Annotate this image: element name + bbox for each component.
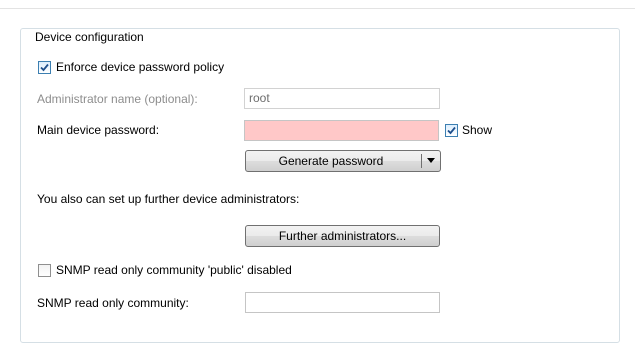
snmp-public-disabled-checkbox[interactable] [38, 264, 51, 277]
snmp-public-disabled-label: SNMP read only community 'public' disabl… [56, 263, 292, 277]
generate-password-label: Generate password [278, 154, 384, 168]
split-separator [421, 154, 422, 168]
chevron-down-icon[interactable] [427, 158, 435, 163]
snmp-community-label: SNMP read only community: [37, 296, 189, 310]
show-password-checkbox[interactable] [445, 124, 458, 137]
enforce-policy-label: Enforce device password policy [56, 60, 225, 74]
admin-name-field[interactable]: root [244, 88, 440, 109]
further-administrators-button[interactable]: Further administrators... [245, 225, 440, 247]
main-password-field[interactable] [244, 120, 439, 141]
group-title: Device configuration [34, 30, 148, 44]
snmp-community-field[interactable] [245, 292, 440, 313]
further-admins-text: You also can set up further device admin… [37, 192, 300, 206]
generate-password-button[interactable]: Generate password [245, 150, 441, 172]
enforce-policy-checkbox[interactable] [38, 61, 51, 74]
checkmark-icon [40, 63, 49, 72]
top-divider [0, 8, 635, 9]
main-password-label: Main device password: [37, 123, 160, 137]
checkmark-icon [447, 126, 456, 135]
show-password-label: Show [462, 123, 493, 137]
admin-name-label: Administrator name (optional): [37, 92, 198, 106]
